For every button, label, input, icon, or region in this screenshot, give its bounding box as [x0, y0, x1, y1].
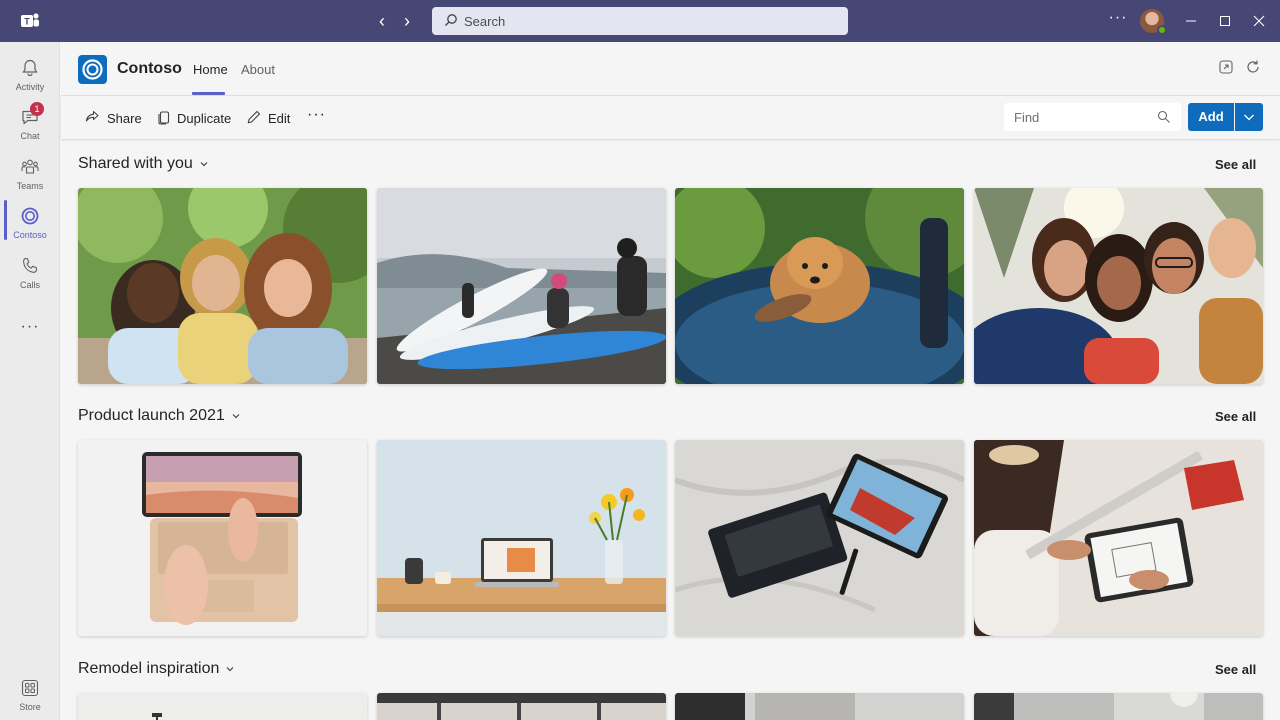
- laptop-desk-flowers-photo[interactable]: [377, 440, 666, 636]
- paddleboards-beach-photo[interactable]: [377, 188, 666, 384]
- see-all-link[interactable]: See all: [1215, 157, 1256, 172]
- copy-icon: [158, 111, 170, 125]
- tablet-keyboard-bed-photo[interactable]: [675, 440, 964, 636]
- rail-item-calls[interactable]: Calls: [0, 252, 60, 302]
- active-tab-indicator: [192, 92, 225, 95]
- app-rail: Activity 1 Chat Teams Contoso Calls ··· …: [0, 42, 60, 720]
- search-input[interactable]: [464, 7, 834, 35]
- edit-label: Edit: [268, 111, 291, 126]
- interior-photo-3[interactable]: [675, 693, 964, 720]
- notification-badge: 1: [30, 102, 44, 116]
- teams-icon: [21, 159, 39, 174]
- close-icon[interactable]: [1249, 11, 1269, 31]
- teams-logo-icon[interactable]: T: [20, 11, 40, 31]
- store-icon: [21, 679, 39, 697]
- duplicate-label: Duplicate: [177, 111, 232, 126]
- find-box[interactable]: [1004, 103, 1181, 131]
- popout-icon[interactable]: [1217, 58, 1235, 76]
- contoso-icon: [21, 207, 39, 225]
- phone-icon: [23, 257, 38, 273]
- pencil-icon: [247, 110, 261, 124]
- rail-item-contoso[interactable]: Contoso: [0, 202, 60, 252]
- section-title: Product launch 2021: [78, 407, 225, 424]
- share-label: Share: [107, 111, 142, 126]
- presence-available-icon: [1157, 25, 1167, 35]
- rail-label: Store: [19, 702, 41, 712]
- add-button[interactable]: Add: [1188, 103, 1234, 131]
- bell-icon: [22, 59, 38, 77]
- minimize-icon[interactable]: [1181, 11, 1201, 31]
- title-bar: T ‹ › ···: [0, 0, 1280, 42]
- share-button[interactable]: Share: [84, 108, 144, 128]
- see-all-link[interactable]: See all: [1215, 409, 1256, 424]
- rail-label: Calls: [19, 280, 40, 290]
- tab-home[interactable]: Home: [193, 62, 228, 77]
- group-selfie-photo[interactable]: [974, 188, 1263, 384]
- edit-button[interactable]: Edit: [246, 108, 296, 128]
- search-icon: [1157, 110, 1170, 123]
- section-header-product-launch[interactable]: Product launch 2021: [78, 407, 241, 425]
- share-icon: [85, 110, 99, 122]
- maximize-icon[interactable]: [1215, 11, 1235, 31]
- more-apps-icon: ···: [20, 318, 40, 335]
- more-options-icon[interactable]: ···: [1108, 9, 1128, 31]
- command-bar: Share Duplicate Edit ··· Add: [61, 96, 1280, 139]
- friends-selfie-photo[interactable]: [78, 188, 367, 384]
- interior-photo-4[interactable]: [974, 693, 1263, 720]
- rail-label: Chat: [20, 131, 40, 141]
- forward-arrow-icon[interactable]: ›: [397, 11, 417, 31]
- svg-text:T: T: [24, 17, 30, 27]
- section-header-remodel[interactable]: Remodel inspiration: [78, 660, 235, 678]
- rail-item-store[interactable]: Store: [0, 674, 60, 720]
- dog-trampoline-photo[interactable]: [675, 188, 964, 384]
- section-title: Remodel inspiration: [78, 660, 220, 677]
- rail-item-activity[interactable]: Activity: [0, 54, 60, 104]
- chevron-down-icon: [226, 666, 234, 672]
- rail-label: Activity: [15, 82, 45, 92]
- chevron-down-icon: [200, 161, 208, 167]
- interior-photo-2[interactable]: [377, 693, 666, 720]
- tablet-drawing-desk-photo[interactable]: [974, 440, 1263, 636]
- rail-label: Contoso: [13, 230, 47, 240]
- chevron-down-icon: [1244, 114, 1254, 121]
- back-arrow-icon[interactable]: ‹: [372, 11, 392, 31]
- more-apps-button[interactable]: ···: [0, 317, 60, 341]
- find-input[interactable]: [1014, 103, 1154, 131]
- chevron-down-icon: [232, 413, 240, 419]
- see-all-link[interactable]: See all: [1215, 662, 1256, 677]
- contoso-logo-icon: [78, 55, 107, 84]
- rail-item-chat[interactable]: 1 Chat: [0, 102, 60, 153]
- app-title: Contoso: [117, 60, 182, 77]
- laptop-typing-photo[interactable]: [78, 440, 367, 636]
- refresh-icon[interactable]: [1244, 58, 1262, 76]
- tab-about[interactable]: About: [241, 62, 275, 77]
- section-header-shared[interactable]: Shared with you: [78, 155, 209, 173]
- duplicate-button[interactable]: Duplicate: [156, 108, 236, 128]
- search-icon: [445, 14, 457, 26]
- add-dropdown-button[interactable]: [1235, 103, 1263, 131]
- interior-photo-1[interactable]: [78, 693, 367, 720]
- app-header: Contoso Home About: [61, 42, 1280, 96]
- section-title: Shared with you: [78, 155, 193, 172]
- global-search[interactable]: [432, 7, 848, 35]
- rail-item-teams[interactable]: Teams: [0, 153, 60, 203]
- rail-label: Teams: [16, 181, 44, 191]
- more-commands-icon[interactable]: ···: [307, 106, 326, 124]
